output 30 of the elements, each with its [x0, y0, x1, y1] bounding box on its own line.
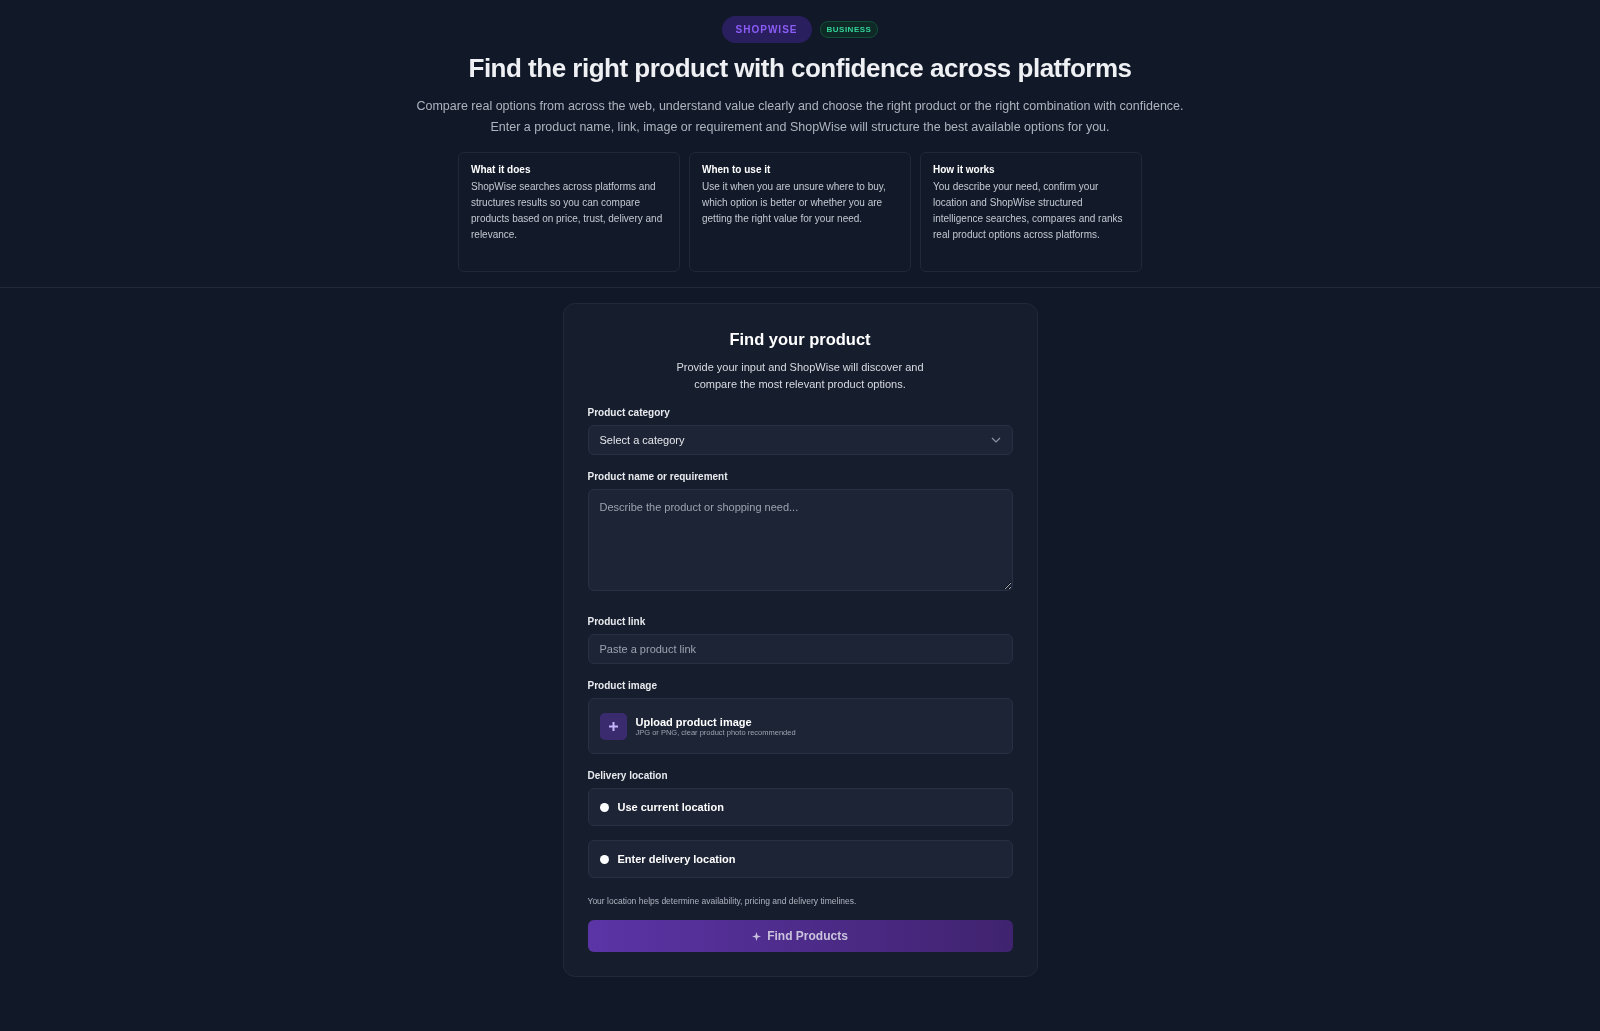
chevron-icon: [990, 437, 1001, 443]
radio-dot[interactable]: [599, 802, 609, 812]
card-text: You describe your need, confirm your location and ShopWise structured intelligence searches, compares and ranks real product options across platforms.: [933, 180, 1124, 242]
subtitle: Compare real options from across the web, understand value clearly and choose the right product or the right combination with confidence.: [416, 98, 1184, 115]
card-title: When to use it: [702, 164, 772, 175]
field-label: Product category: [587, 407, 671, 418]
category-dropdown[interactable]: Select a category: [587, 425, 1013, 455]
page-title: Find the right product with confidence across platforms: [468, 53, 1132, 84]
form-intro: Provide your input and ShopWise will discover and compare the most relevant product options.: [675, 360, 925, 392]
plan-badge: BUSINESS: [819, 21, 879, 38]
sparkle-icon: [752, 931, 762, 941]
radio-dot[interactable]: [599, 854, 609, 864]
link-field[interactable]: Paste a product link: [587, 634, 1013, 664]
location-note: Your location helps determine availability, pricing and delivery timelines.: [587, 896, 858, 906]
requirement-field[interactable]: Describe the product or shopping need...: [587, 489, 1013, 591]
field-label: Product link: [587, 616, 647, 627]
card-text: Use it when you are unsure where to buy, which option is better or whether you are getting the right value for your need.: [702, 180, 887, 226]
field-label: Product image: [587, 680, 658, 691]
find-products-button[interactable]: Find Products: [587, 920, 1013, 952]
location-option[interactable]: Enter delivery location: [587, 840, 1013, 878]
card-title: What it does: [471, 164, 532, 175]
location-option[interactable]: Use current location: [587, 788, 1013, 826]
card-title: How it works: [933, 164, 996, 175]
field-label: Product name or requirement: [587, 471, 729, 482]
plus-icon: [599, 712, 627, 740]
field-label: Delivery location: [587, 770, 669, 781]
card-text: ShopWise searches across platforms and structures results so you can compare products based on price, trust, delivery and relevance.: [471, 180, 664, 242]
form-title: Find your product: [728, 330, 872, 349]
brand-pill: SHOPWISE: [721, 16, 812, 43]
subtitle: Enter a product name, link, image or requirement and ShopWise will structure the best available options for you.: [490, 119, 1110, 136]
